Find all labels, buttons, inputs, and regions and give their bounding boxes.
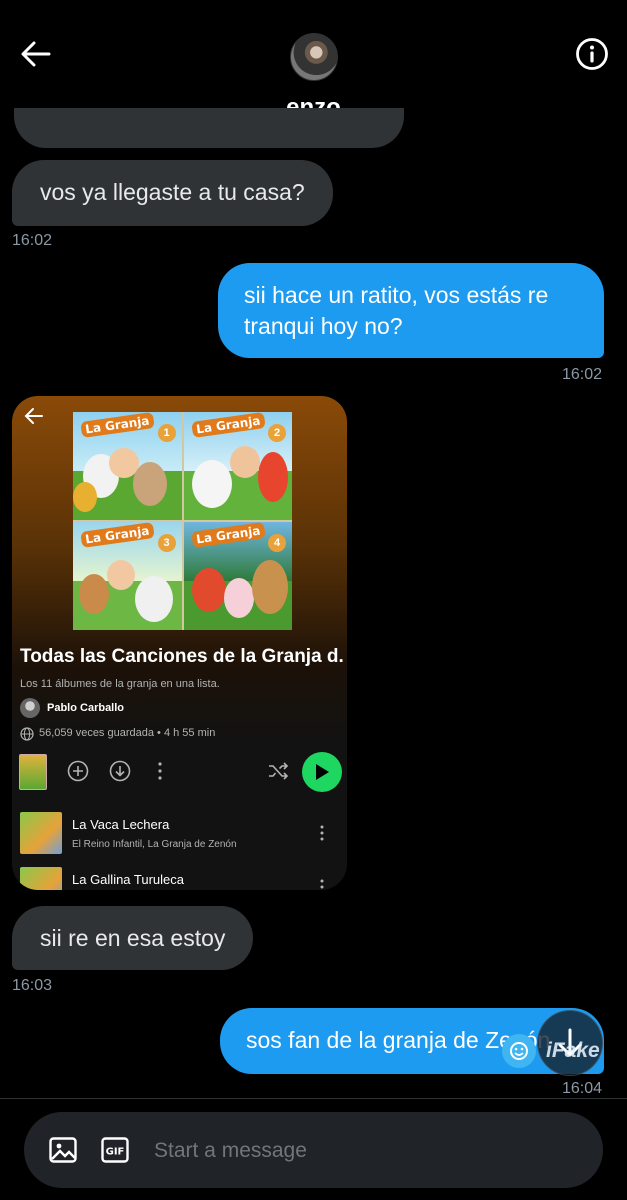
cover-number: 4 bbox=[268, 534, 286, 552]
cover-tile: La Granja 4 bbox=[183, 522, 292, 630]
gif-button[interactable]: GIF bbox=[99, 1134, 131, 1166]
previous-message-bubble bbox=[14, 108, 404, 148]
shared-playlist-card[interactable]: La Granja 1 La Granja 2 La Granja 3 La G… bbox=[12, 396, 347, 890]
message-timestamp: 16:02 bbox=[562, 366, 603, 383]
voice-waveform-icon bbox=[552, 1136, 581, 1164]
play-button[interactable] bbox=[302, 752, 342, 792]
back-button[interactable] bbox=[14, 34, 58, 74]
gif-label: GIF bbox=[106, 1147, 125, 1158]
playlist-cover: La Granja 1 La Granja 2 La Granja 3 La G… bbox=[73, 412, 292, 630]
voice-message-button[interactable] bbox=[548, 1132, 584, 1168]
contact-avatar[interactable] bbox=[290, 33, 338, 81]
shuffle-icon[interactable] bbox=[266, 759, 290, 783]
message-timestamp: 16:04 bbox=[562, 1080, 603, 1097]
message-text: vos ya llegaste a tu casa? bbox=[40, 179, 305, 205]
gif-icon: GIF bbox=[101, 1137, 129, 1163]
info-icon bbox=[576, 38, 608, 70]
playlist-stats: 56,059 veces guardada • 4 h 55 min bbox=[39, 727, 216, 739]
track-title[interactable]: La Vaca Lechera bbox=[72, 817, 169, 832]
playlist-title: Todas las Canciones de la Granja d... bbox=[20, 646, 345, 667]
cover-tile: La Granja 2 bbox=[183, 412, 292, 520]
play-icon bbox=[316, 764, 329, 780]
message-timestamp: 16:03 bbox=[12, 977, 53, 994]
incoming-message[interactable]: sii re en esa estoy bbox=[12, 906, 254, 970]
cover-tile: La Granja 1 bbox=[73, 412, 182, 520]
outgoing-message[interactable]: sii hace un ratito, vos estás re tranqui… bbox=[218, 263, 604, 358]
playlist-thumbnail bbox=[19, 754, 47, 790]
cover-tile: La Granja 3 bbox=[73, 522, 182, 630]
track-thumbnail bbox=[20, 812, 62, 854]
watermark-logo-icon bbox=[502, 1034, 536, 1068]
playlist-description: Los 11 álbumes de la granja en una lista… bbox=[20, 678, 220, 690]
message-timestamp: 16:02 bbox=[12, 232, 53, 249]
incoming-message[interactable]: vos ya llegaste a tu casa? bbox=[12, 160, 333, 226]
track-thumbnail bbox=[20, 867, 62, 890]
cover-number: 1 bbox=[157, 424, 176, 442]
add-circle-icon[interactable] bbox=[66, 759, 90, 783]
arrow-left-icon bbox=[21, 41, 51, 67]
download-icon[interactable] bbox=[108, 759, 132, 783]
globe-icon bbox=[20, 727, 34, 741]
track-more-icon[interactable] bbox=[312, 823, 332, 843]
arrow-left-icon bbox=[24, 408, 43, 424]
message-text: sii re en esa estoy bbox=[40, 925, 226, 951]
track-artist: El Reino Infantil, La Granja de Zenón bbox=[72, 839, 237, 850]
message-input[interactable] bbox=[152, 1130, 536, 1172]
watermark-text: iFake bbox=[546, 1039, 600, 1062]
track-more-icon[interactable] bbox=[312, 877, 332, 890]
more-options-icon[interactable] bbox=[148, 759, 172, 783]
image-icon bbox=[49, 1137, 77, 1163]
cover-number: 2 bbox=[268, 424, 286, 442]
info-button[interactable] bbox=[570, 32, 614, 76]
creator-avatar bbox=[20, 698, 40, 718]
add-image-button[interactable] bbox=[47, 1134, 79, 1166]
message-text: sii hace un ratito, vos estás re tranqui… bbox=[244, 282, 549, 339]
cover-number: 3 bbox=[157, 534, 176, 552]
composer-divider bbox=[0, 1098, 627, 1099]
playlist-back-button bbox=[20, 402, 48, 430]
track-title[interactable]: La Gallina Turuleca bbox=[72, 872, 184, 887]
creator-name: Pablo Carballo bbox=[47, 702, 125, 714]
